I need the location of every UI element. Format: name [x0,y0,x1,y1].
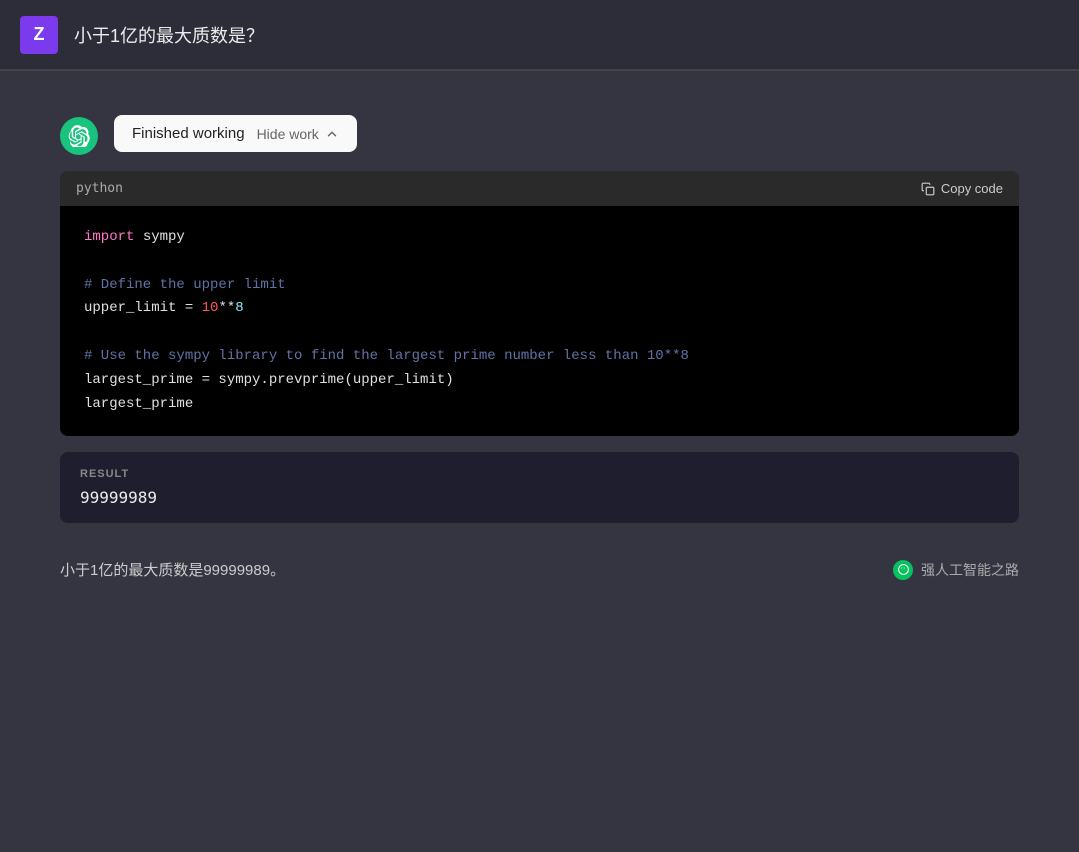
openai-logo-icon [68,125,90,147]
code-block: python Copy code import sympy # Define t… [60,171,1019,436]
user-avatar: Z [20,16,58,54]
code-line-blank-2 [84,321,995,345]
watermark: 强人工智能之路 [893,560,1019,580]
watermark-text: 强人工智能之路 [921,560,1019,580]
assistant-avatar [60,117,98,155]
finished-working-text: Finished working [132,125,245,142]
result-block: RESULT 99999989 [60,452,1019,523]
hide-work-button[interactable]: Hide work [257,126,339,142]
code-line-5: largest_prime = sympy.prevprime(upper_li… [84,369,995,393]
finished-working-pill: Finished working Hide work [114,115,357,152]
code-language: python [76,181,123,196]
result-value: 99999989 [80,488,999,507]
message-content: Finished working Hide work [114,115,1019,152]
code-line-2: # Define the upper limit [84,274,995,298]
footer-text: 小于1亿的最大质数是99999989。 [60,559,285,580]
code-line-blank-1 [84,250,995,274]
wechat-icon [893,560,913,580]
message-row: Finished working Hide work [60,115,1019,155]
footer-row: 小于1亿的最大质数是99999989。 强人工智能之路 [60,543,1019,580]
code-line-4: # Use the sympy library to find the larg… [84,345,995,369]
code-block-header: python Copy code [60,171,1019,206]
code-content: import sympy # Define the upper limit up… [60,206,1019,436]
result-label: RESULT [80,468,999,480]
code-line-1: import sympy [84,226,995,250]
page-title: 小于1亿的最大质数是？ [74,22,264,48]
copy-icon [921,182,935,196]
header: Z 小于1亿的最大质数是？ [0,0,1079,70]
code-line-3: upper_limit = 10**8 [84,297,995,321]
header-divider [0,70,1079,71]
code-line-6: largest_prime [84,393,995,417]
copy-code-button[interactable]: Copy code [921,181,1003,196]
main-content: Finished working Hide work python Copy c… [0,91,1079,604]
chevron-up-icon [325,127,339,141]
